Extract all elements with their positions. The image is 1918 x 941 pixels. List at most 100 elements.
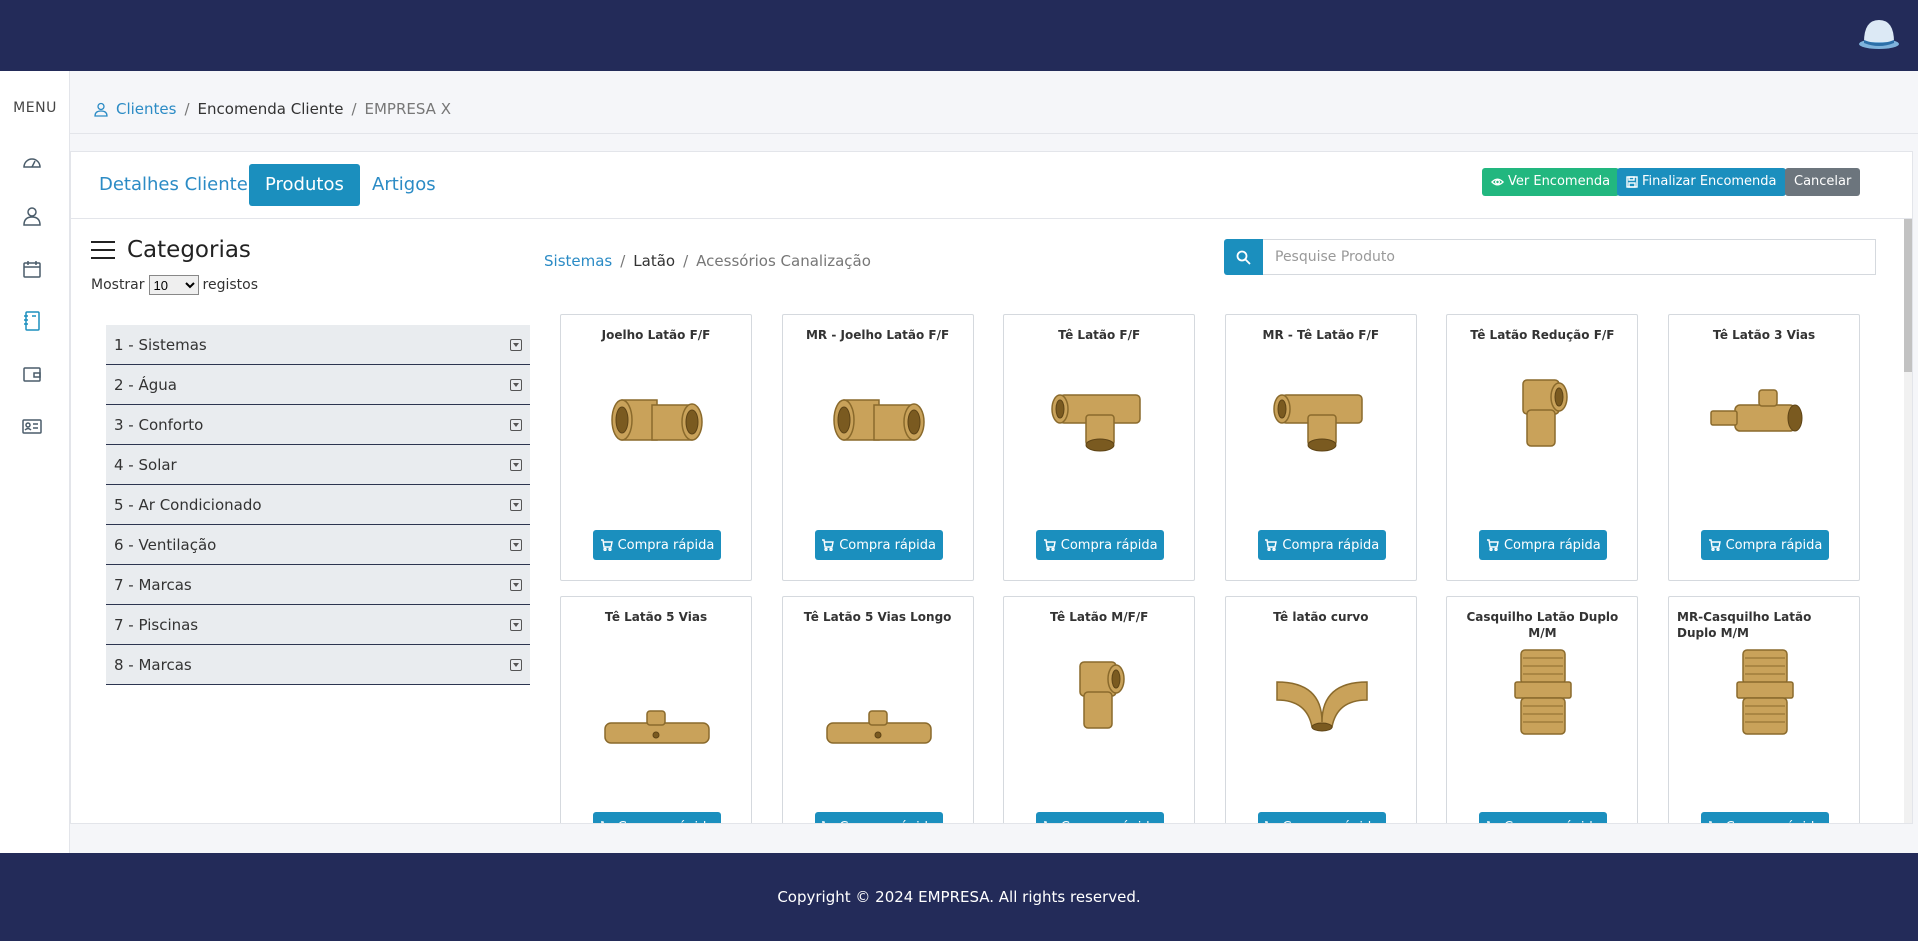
quick-buy-button[interactable]: Compra rápida (1257, 812, 1386, 823)
category-item[interactable]: 1 - Sistemas (106, 325, 530, 365)
scrollbar-thumb[interactable] (1904, 219, 1912, 372)
product-card[interactable]: Tê Latão Redução F/F Compra rápida (1446, 314, 1639, 581)
product-name: Tê Latão M/F/F (1050, 610, 1149, 624)
category-item[interactable]: 8 - Marcas (106, 645, 530, 685)
cancel-button[interactable]: Cancelar (1785, 168, 1861, 196)
product-image[interactable] (1262, 642, 1382, 742)
quick-buy-button[interactable]: Compra rápida (814, 812, 943, 823)
tabs-bar: Detalhes Cliente Produtos Artigos Ver En… (71, 152, 1912, 219)
search-button[interactable] (1224, 239, 1263, 275)
cart-icon (1043, 539, 1056, 551)
category-item[interactable]: 2 - Água (106, 365, 530, 405)
breadcrumb-clients-link[interactable]: Clientes (116, 100, 176, 118)
product-image[interactable] (1483, 642, 1603, 742)
product-card[interactable]: Tê Latão 5 Vias Longo Compra rápida (781, 596, 974, 823)
cart-icon (1708, 821, 1712, 823)
quick-buy-button[interactable]: Compra rápida (1036, 530, 1165, 560)
quick-buy-button[interactable]: Compra rápida (814, 530, 943, 560)
tab-client-details[interactable]: Detalhes Cliente (83, 164, 264, 206)
breadcrumb-separator: / (351, 100, 357, 118)
user-avatar-icon[interactable] (1858, 16, 1900, 50)
category-list: 1 - Sistemas 2 - Água 3 - Conforto 4 - Sola… (106, 325, 530, 685)
product-breadcrumb-systems[interactable]: Sistemas (544, 252, 612, 270)
caret-down-icon[interactable] (510, 378, 522, 391)
product-image[interactable] (819, 360, 939, 460)
order-card: Detalhes Cliente Produtos Artigos Ver En… (70, 151, 1913, 824)
finalize-order-button[interactable]: Finalizar Encomenda (1617, 168, 1786, 196)
notebook-icon[interactable] (20, 309, 44, 333)
quick-buy-button[interactable]: Compra rápida (1701, 530, 1829, 560)
caret-down-icon[interactable] (510, 338, 522, 351)
product-card[interactable]: Tê Latão M/F/F Compra rápida (1003, 596, 1196, 823)
quick-buy-button[interactable]: Compra rápida (593, 812, 721, 823)
category-item[interactable]: 4 - Solar (106, 445, 530, 485)
quick-buy-label: Compra rápida (1504, 820, 1601, 824)
quick-buy-button[interactable]: Compra rápida (1036, 812, 1165, 823)
quick-buy-button[interactable]: Compra rápida (1479, 812, 1608, 824)
search-icon (1236, 250, 1251, 265)
product-search (1224, 239, 1876, 275)
product-card[interactable]: MR - Tê Latão F/F Compra rápida (1224, 314, 1417, 581)
caret-down-icon[interactable] (510, 538, 522, 551)
hamburger-icon[interactable] (91, 241, 115, 259)
product-card[interactable]: Tê Latão 3 Vias Compra rápida (1668, 314, 1860, 581)
product-card[interactable]: Casquilho Latão Duplo M/M Compra rápida (1446, 596, 1639, 824)
category-item[interactable]: 7 - Piscinas (106, 605, 530, 645)
category-label: 1 - Sistemas (114, 335, 207, 354)
product-image[interactable] (597, 667, 717, 767)
wallet-icon[interactable] (20, 362, 44, 386)
product-breadcrumb-brass[interactable]: Latão (633, 252, 675, 270)
category-item[interactable]: 6 - Ventilação (106, 525, 530, 565)
quick-buy-label: Compra rápida (1725, 537, 1823, 553)
dashboard-icon[interactable] (20, 151, 44, 175)
scrollbar[interactable] (1904, 219, 1912, 823)
product-image[interactable] (1040, 642, 1160, 742)
contact-card-icon[interactable] (20, 414, 44, 438)
quick-buy-button[interactable]: Compra rápida (1257, 530, 1386, 560)
product-image[interactable] (597, 360, 717, 460)
quick-buy-button[interactable]: Compra rápida (593, 530, 721, 560)
product-image[interactable] (1040, 360, 1160, 460)
quick-buy-button[interactable]: Compra rápida (1701, 812, 1829, 823)
product-image[interactable] (1705, 360, 1825, 460)
caret-down-icon[interactable] (510, 498, 522, 511)
eye-icon (1491, 178, 1504, 186)
user-icon[interactable] (20, 204, 44, 228)
quick-buy-label: Compra rápida (617, 537, 715, 553)
caret-down-icon[interactable] (510, 418, 522, 431)
category-item[interactable]: 5 - Ar Condicionado (106, 485, 530, 525)
product-card[interactable]: Tê Latão 5 Vias Compra rápida (560, 596, 752, 823)
product-card[interactable]: Tê Latão F/F Compra rápida (1003, 314, 1196, 581)
caret-down-icon[interactable] (510, 658, 522, 671)
product-card[interactable]: Tê latão curvo Compra rápida (1224, 596, 1417, 823)
product-image[interactable] (1705, 642, 1825, 742)
product-card[interactable]: Joelho Latão F/F Compra rápida (560, 314, 752, 581)
product-name: Tê Latão 3 Vias (1712, 328, 1816, 342)
breadcrumb-separator: / (620, 252, 626, 270)
product-card[interactable]: MR-Casquilho Latão Duplo M/M Compra rápid… (1668, 596, 1860, 823)
breadcrumb-separator: / (184, 100, 190, 118)
search-input[interactable] (1263, 239, 1876, 275)
category-item[interactable]: 7 - Marcas (106, 565, 530, 605)
category-label: 3 - Conforto (114, 415, 204, 434)
category-label: 2 - Água (114, 375, 177, 394)
caret-down-icon[interactable] (510, 458, 522, 471)
page-size-select[interactable]: 10 (148, 275, 199, 295)
product-image[interactable] (1483, 360, 1603, 460)
category-item[interactable]: 3 - Conforto (106, 405, 530, 445)
caret-down-icon[interactable] (510, 618, 522, 631)
caret-down-icon[interactable] (510, 578, 522, 591)
product-image[interactable] (819, 667, 939, 767)
cart-icon (1265, 821, 1269, 823)
cart-icon (822, 539, 835, 551)
categories-header: Categorias (91, 237, 531, 263)
view-order-button[interactable]: Ver Encomenda (1482, 168, 1620, 196)
tab-articles[interactable]: Artigos (356, 164, 452, 206)
quick-buy-button[interactable]: Compra rápida (1479, 530, 1608, 560)
calendar-icon[interactable] (20, 257, 44, 281)
tab-products[interactable]: Produtos (249, 164, 360, 206)
breadcrumb-order[interactable]: Encomenda Cliente (198, 100, 344, 118)
breadcrumb-separator: / (683, 252, 689, 270)
product-card[interactable]: MR - Joelho Latão F/F Compra rápida (781, 314, 974, 581)
product-image[interactable] (1262, 360, 1382, 460)
